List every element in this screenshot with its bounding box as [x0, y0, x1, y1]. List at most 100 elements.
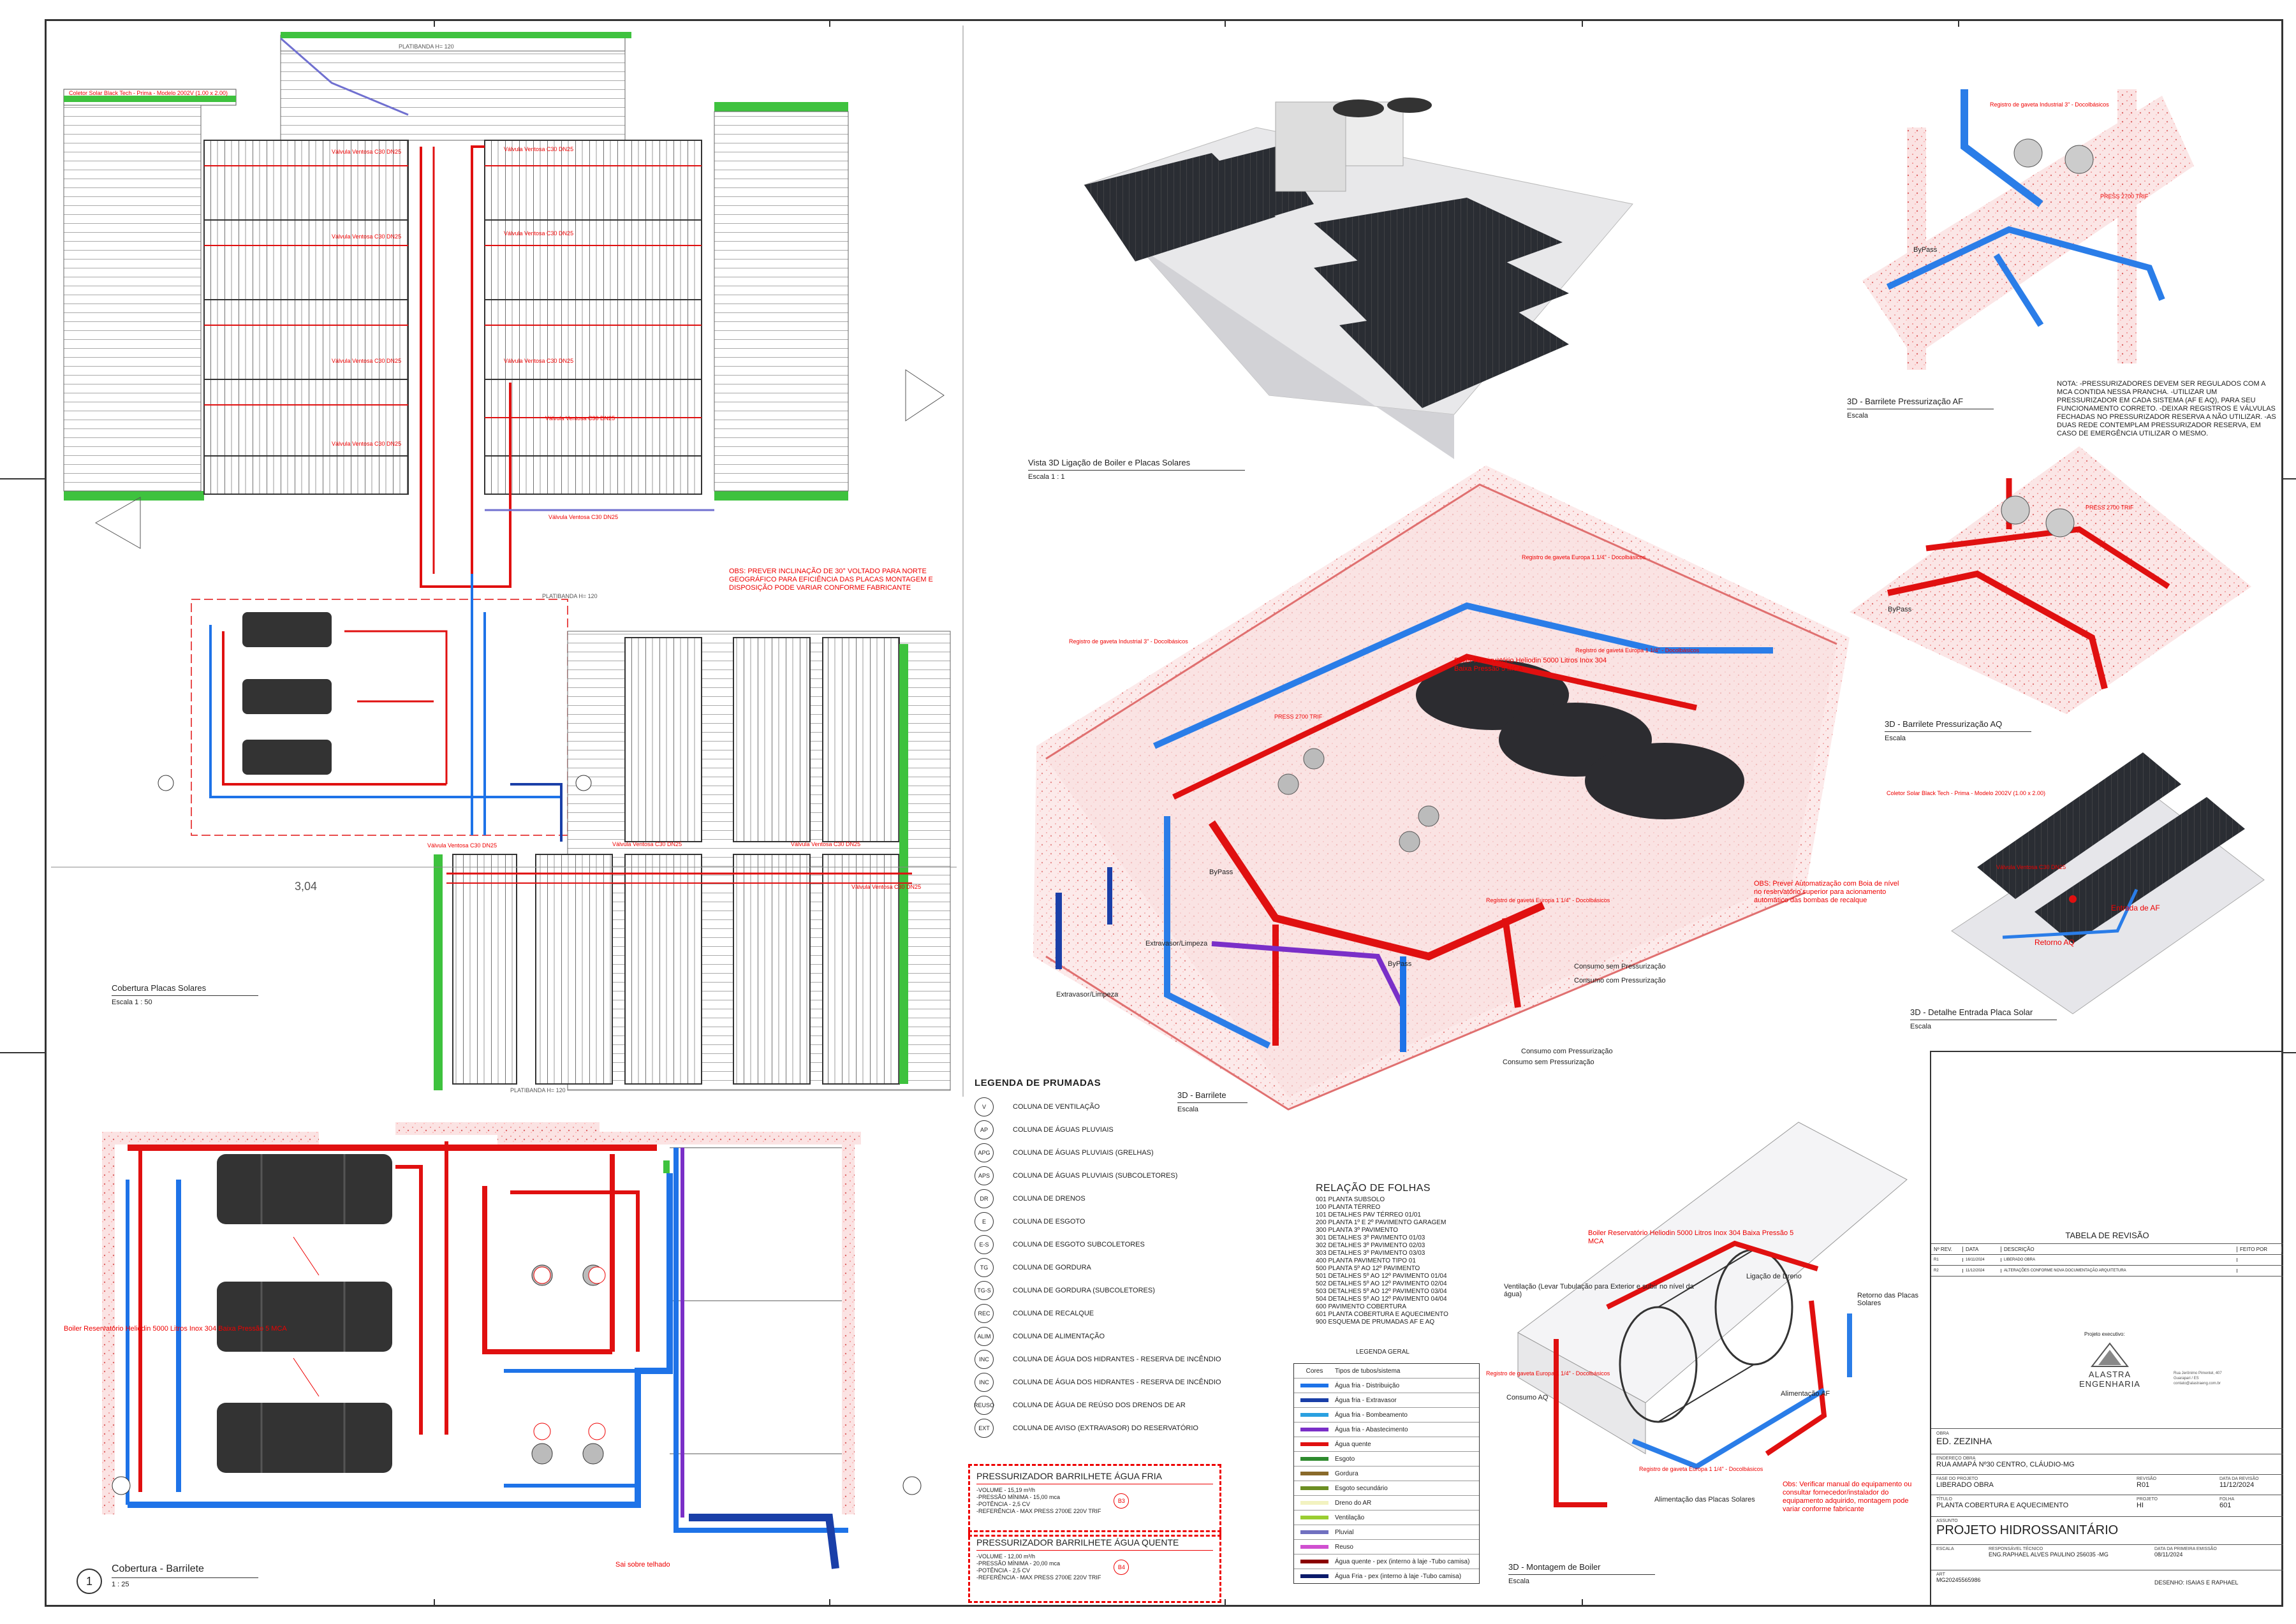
callout-valvula: Válvula Ventosa C30 DN25 [427, 842, 497, 849]
prumada-desc: COLUNA DE DRENOS [1013, 1195, 1085, 1203]
prumada-row: V COLUNA DE VENTILAÇÃO [975, 1095, 1221, 1118]
legenda-geral-desc: Gordura [1335, 1470, 1358, 1477]
callout-valvula: Válvula Ventosa C30 DN25 [332, 149, 402, 155]
color-swatch [1300, 1384, 1328, 1387]
prumada-desc: COLUNA DE ESGOTO [1013, 1218, 1085, 1225]
prumada-symbol: INC [975, 1373, 994, 1392]
folha-item: 601 PLANTA COBERTURA E AQUECIMENTO [1316, 1311, 1448, 1318]
view-label-boiler: 3D - Montagem de Boiler Escala [1508, 1562, 1655, 1585]
legenda-geral-table: Cores Tipos de tubos/sistema Água fria -… [1293, 1363, 1480, 1584]
callout-valvula: Válvula Ventosa C30 DN25 [332, 358, 402, 364]
callout-valvula: Válvula Ventosa C30 DN25 [332, 441, 402, 447]
prumada-row: INC COLUNA DE ÁGUA DOS HIDRANTES - RESERV… [975, 1371, 1221, 1394]
callout-valvula: Válvula Ventosa C30 DN25 [548, 514, 619, 520]
assunto-value: PROJETO HIDROSSANITÁRIO [1936, 1523, 2119, 1537]
prumada-symbol: DR [975, 1189, 994, 1208]
prumada-row: INC COLUNA DE ÁGUA DOS HIDRANTES - RESERV… [975, 1348, 1221, 1371]
prumada-symbol: ALIM [975, 1327, 994, 1346]
callout-entrada-af: Entrada de AF [2111, 903, 2160, 912]
callout-bypass-3d: ByPass [1209, 868, 1233, 876]
art-row: ART MG20245565986 DESENHO: ISAIAS E RAPHA… [1931, 1570, 2283, 1595]
legenda-geral-row: Água Fria - pex (interno à laje -Tubo ca… [1294, 1569, 1479, 1583]
company-info-line: contato@alastraeng.com.br [2174, 1382, 2221, 1386]
level-mark: 3,04 [295, 880, 318, 893]
callout-alim-placas: Alimentação das Placas Solares [1654, 1496, 1755, 1503]
legenda-geral-desc: Reuso [1335, 1543, 1353, 1551]
tabela-revisao: Nº REV. DATA DESCRIÇÃO FEITO POR R1 16/11/202… [1931, 1243, 2283, 1277]
folha-item: 300 PLANTA 3º PAVIMENTO [1316, 1227, 1399, 1234]
callout-consumo-com: Consumo com Pressurização [1521, 1048, 1613, 1055]
prumada-symbol: E [975, 1212, 994, 1231]
legenda-prumadas-list: V COLUNA DE VENTILAÇÃO AP COLUNA DE ÁGUAS P… [974, 1095, 1221, 1440]
color-swatch [1300, 1457, 1328, 1461]
callout-alimentacao-af: Alimentação AF [1781, 1390, 1830, 1398]
prumada-desc: COLUNA DE ÁGUAS PLUVIAIS [1013, 1126, 1114, 1134]
titulo-row: TÍTULO PLANTA COBERTURA E AQUECIMENTO PRO… [1931, 1495, 2283, 1516]
color-swatch [1300, 1574, 1328, 1578]
prumada-symbol: V [975, 1097, 994, 1116]
callout-registro-industrial: Registro de gaveta Industrial 3" - Docol… [1990, 101, 2109, 108]
prumada-desc: COLUNA DE GORDURA (SUBCOLETORES) [1013, 1287, 1155, 1294]
prumada-symbol: REUSO [974, 1396, 994, 1415]
callout-boiler-montagem: Boiler Reservatório Heliodin 5000 Litros… [1588, 1229, 1794, 1245]
revisao-value: R01 [2137, 1481, 2150, 1489]
legenda-geral-row: Esgoto [1294, 1451, 1479, 1466]
callout-boiler-plan: Boiler Reservatório Heliodin 5000 Litros… [64, 1325, 287, 1333]
prumada-symbol: E-S [975, 1235, 994, 1254]
folha-item: 501 DETALHES 5º AO 12º PAVIMENTO 01/04 [1316, 1273, 1447, 1280]
legenda-geral-desc: Água Fria - pex (interno à laje -Tubo ca… [1335, 1572, 1462, 1580]
callout-registro-industrial: Registro de gaveta Industrial 3" - Docol… [1069, 638, 1188, 645]
platibanda-label: PLATIBANDA H= 120 [399, 43, 454, 50]
view-label-press-aq: 3D - Barrilete Pressurização AQ Escala [1885, 719, 2031, 742]
legenda-geral-row: Água quente [1294, 1437, 1479, 1451]
callout-consumo-com: Consumo com Pressurização [1574, 977, 1666, 984]
legenda-geral-title: LEGENDA GERAL [1356, 1349, 1409, 1356]
view-number-badge: 1 [77, 1569, 102, 1594]
view-scale: Escala 1 : 1 [1028, 473, 1065, 481]
callout-valvula: Válvula Ventosa C30 DN25 [504, 230, 574, 237]
tabela-revisao-title: TABELA DE REVISÃO [2065, 1231, 2149, 1240]
view-scale: Escala [1508, 1577, 1530, 1585]
titulo-value: PLANTA COBERTURA E AQUECIMENTO [1936, 1502, 2069, 1509]
spec-line: -POTÊNCIA - 2,5 CV [976, 1567, 1031, 1574]
legenda-geral-header: Cores Tipos de tubos/sistema [1306, 1367, 1401, 1375]
folha-item: 303 DETALHES 3º PAVIMENTO 03/03 [1316, 1250, 1425, 1257]
legenda-geral-desc: Água quente - pex (interno à laje -Tubo … [1335, 1558, 1470, 1565]
legenda-geral-row: Gordura [1294, 1466, 1479, 1481]
callout-consumo-sem: Consumo sem Pressurização [1574, 963, 1666, 970]
prumada-desc: COLUNA DE ÁGUAS PLUVIAIS (SUBCOLETORES) [1013, 1172, 1178, 1180]
spec-line: -VOLUME - 12,00 m³/h [976, 1553, 1036, 1560]
pump-tag-b3: B3 [1114, 1493, 1130, 1509]
platibanda-label: PLATIBANDA H= 120 [510, 1087, 566, 1094]
folha-item: 301 DETALHES 3º PAVIMENTO 01/03 [1316, 1234, 1425, 1241]
color-swatch [1300, 1516, 1328, 1519]
legenda-geral-row: Reuso [1294, 1539, 1479, 1554]
callout-valvula: Válvula Ventosa C30 DN25 [332, 233, 402, 240]
art-value: MG20245565986 [1936, 1577, 1981, 1583]
pressurizador-aq-specs: -VOLUME - 12,00 m³/h -PRESSÃO MÍNIMA - 20… [976, 1553, 1101, 1581]
endereco-value: RUA AMAPÁ Nº30 CENTRO, CLÁUDIO-MG [1936, 1461, 2075, 1468]
callout-bypass-af: ByPass [1913, 246, 1938, 254]
press-af-render [1862, 89, 2194, 370]
legenda-geral-row: Água fria - Bombeamento [1294, 1407, 1479, 1422]
prumada-desc: COLUNA DE GORDURA [1013, 1264, 1091, 1271]
prumada-row: DR COLUNA DE DRENOS [975, 1187, 1221, 1210]
folha-item: 600 PAVIMENTO COBERTURA [1316, 1303, 1407, 1310]
callout-coletor: Coletor Solar Black Tech - Prima - Model… [69, 90, 228, 96]
pressurizador-af-specs: -VOLUME - 15,19 m³/h -PRESSÃO MÍNIMA - 15… [976, 1487, 1101, 1515]
company-logo: ALASTRA ENGENHARIA [2065, 1342, 2154, 1400]
view-title: 3D - Barrilete Pressurização AF [1847, 397, 1994, 409]
legenda-geral-desc: Água fria - Extravasor [1335, 1396, 1397, 1404]
spec-line: -POTÊNCIA - 2,5 CV [976, 1501, 1031, 1507]
color-swatch [1300, 1472, 1328, 1475]
legenda-geral-desc: Esgoto [1335, 1455, 1355, 1463]
legenda-geral-row: Água quente - pex (interno à laje -Tubo … [1294, 1554, 1479, 1569]
data-revisao-value: 11/12/2024 [2219, 1481, 2255, 1489]
projeto-code: HI [2137, 1502, 2144, 1509]
prumada-row: APG COLUNA DE ÁGUAS PLUVIAIS (GRELHAS) [975, 1141, 1221, 1164]
prumada-row: TG COLUNA DE GORDURA [975, 1256, 1221, 1279]
callout-valvula: Válvula Ventosa C30 DN25 [545, 415, 615, 421]
revisao-header: Nº REV. DATA DESCRIÇÃO FEITO POR [1931, 1244, 2283, 1255]
view-title: 3D - Montagem de Boiler [1508, 1562, 1655, 1575]
view-scale: Escala [1847, 412, 1869, 420]
